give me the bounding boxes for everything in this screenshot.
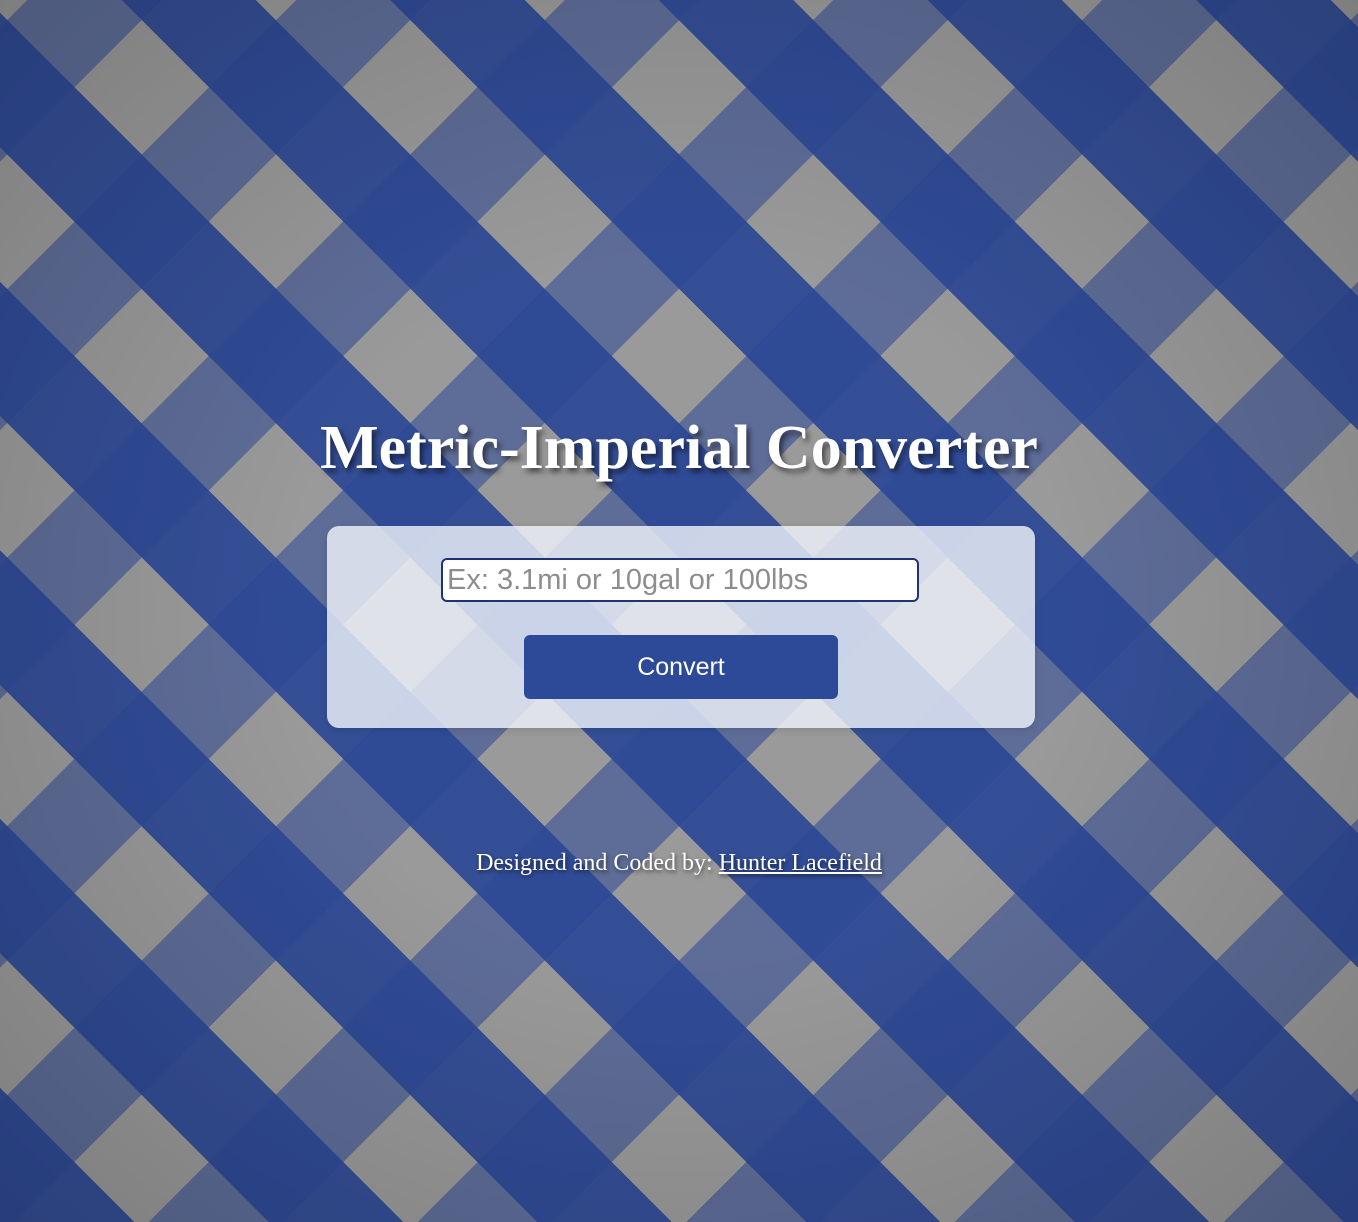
page-title: Metric-Imperial Converter: [320, 414, 1038, 482]
footer-credit: Designed and Coded by: Hunter Lacefield: [0, 848, 1358, 878]
credit-text: Designed and Coded by:: [476, 850, 713, 876]
convert-button[interactable]: Convert: [524, 635, 838, 699]
author-link[interactable]: Hunter Lacefield: [719, 850, 882, 876]
measurement-input[interactable]: [441, 558, 919, 602]
converter-card: Convert: [327, 526, 1035, 728]
